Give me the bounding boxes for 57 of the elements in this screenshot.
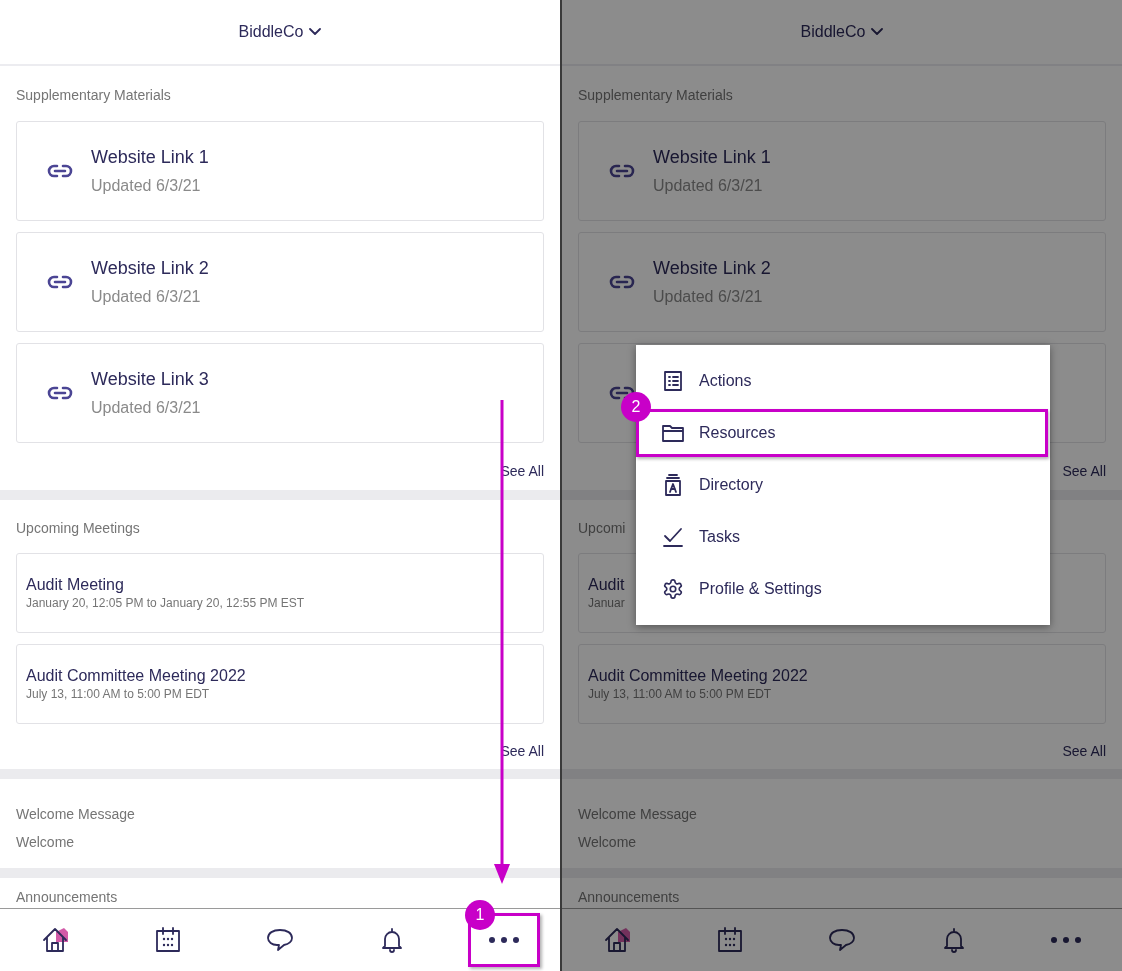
link-title: Website Link 2	[653, 257, 771, 280]
updated-date: Updated 6/3/21	[91, 287, 201, 307]
section-heading: Welcome Message	[578, 805, 697, 823]
meeting-title: Audit Committee Meeting 2022	[26, 666, 246, 686]
link-title: Website Link 1	[653, 146, 771, 169]
link-icon	[609, 164, 635, 178]
contacts-icon	[664, 474, 682, 496]
link-card[interactable]: Website Link 2 Updated 6/3/21	[578, 232, 1106, 332]
section-heading: Welcome Message	[16, 805, 135, 823]
step-badge: 1	[465, 900, 495, 930]
link-title: Website Link 3	[91, 368, 209, 391]
menu-item[interactable]: Profile & Settings	[636, 563, 1050, 615]
message-text: Welcome	[16, 833, 76, 851]
see-all-link[interactable]: See All	[1062, 742, 1106, 760]
organization-dropdown[interactable]: BiddleCo	[794, 19, 890, 45]
meeting-time: January 20, 12:05 PM to January 20, 12:55 PM EST	[26, 596, 305, 611]
section-heading: Upcoming Meetings	[16, 519, 140, 537]
link-card[interactable]: Website Link 1 Updated 6/3/21	[578, 121, 1106, 221]
link-icon	[47, 275, 73, 289]
meeting-time: July 13, 11:00 AM to 5:00 PM EDT	[26, 687, 210, 702]
message-text: Welcome	[578, 833, 638, 851]
meeting-time: July 13, 11:00 AM to 5:00 PM EDT	[588, 687, 772, 702]
section-heading: Supplementary Materials	[578, 86, 733, 104]
meeting-title: Audit	[588, 575, 625, 595]
link-title: Website Link 2	[91, 257, 209, 280]
meeting-title: Audit Meeting	[26, 575, 124, 595]
meeting-card[interactable]: Audit Committee Meeting 2022 July 13, 11:00 AM to 5:00 PM EDT	[16, 644, 544, 724]
link-icon	[47, 164, 73, 178]
meeting-time: Januar	[588, 596, 625, 611]
section-heading: Upcomi	[578, 519, 626, 537]
settings-icon	[662, 578, 684, 600]
link-card[interactable]: Website Link 2 Updated 6/3/21	[16, 232, 544, 332]
section-heading: Announcements	[16, 888, 118, 906]
updated-date: Updated 6/3/21	[91, 398, 201, 418]
folder-icon	[662, 424, 684, 442]
menu-item[interactable]: Directory	[636, 459, 1050, 511]
see-all-link[interactable]: See All	[1062, 462, 1106, 480]
link-card[interactable]: Website Link 3 Updated 6/3/21	[16, 343, 544, 443]
link-card[interactable]: Website Link 1 Updated 6/3/21	[16, 121, 544, 221]
link-title: Website Link 1	[91, 146, 209, 169]
meeting-title: Audit Committee Meeting 2022	[588, 666, 808, 686]
meeting-card[interactable]: Audit Meeting January 20, 12:05 PM to January 20, 12:55 PM EST	[16, 553, 544, 633]
list-icon	[664, 371, 682, 391]
section-heading: Announcements	[578, 888, 680, 906]
updated-date: Updated 6/3/21	[653, 176, 763, 196]
chevron-down-icon	[871, 28, 884, 36]
checkmark-icon	[663, 527, 683, 547]
section-heading: Supplementary Materials	[16, 86, 171, 104]
updated-date: Updated 6/3/21	[653, 287, 763, 307]
updated-date: Updated 6/3/21	[91, 176, 201, 196]
organization-dropdown[interactable]: BiddleCo	[232, 19, 328, 45]
link-icon	[609, 275, 635, 289]
link-icon	[47, 386, 73, 400]
menu-item[interactable]: Tasks	[636, 511, 1050, 563]
chevron-down-icon	[309, 28, 322, 36]
meeting-card[interactable]: Audit Committee Meeting 2022 July 13, 11:00 AM to 5:00 PM EDT	[578, 644, 1106, 724]
step-badge: 2	[621, 392, 651, 422]
